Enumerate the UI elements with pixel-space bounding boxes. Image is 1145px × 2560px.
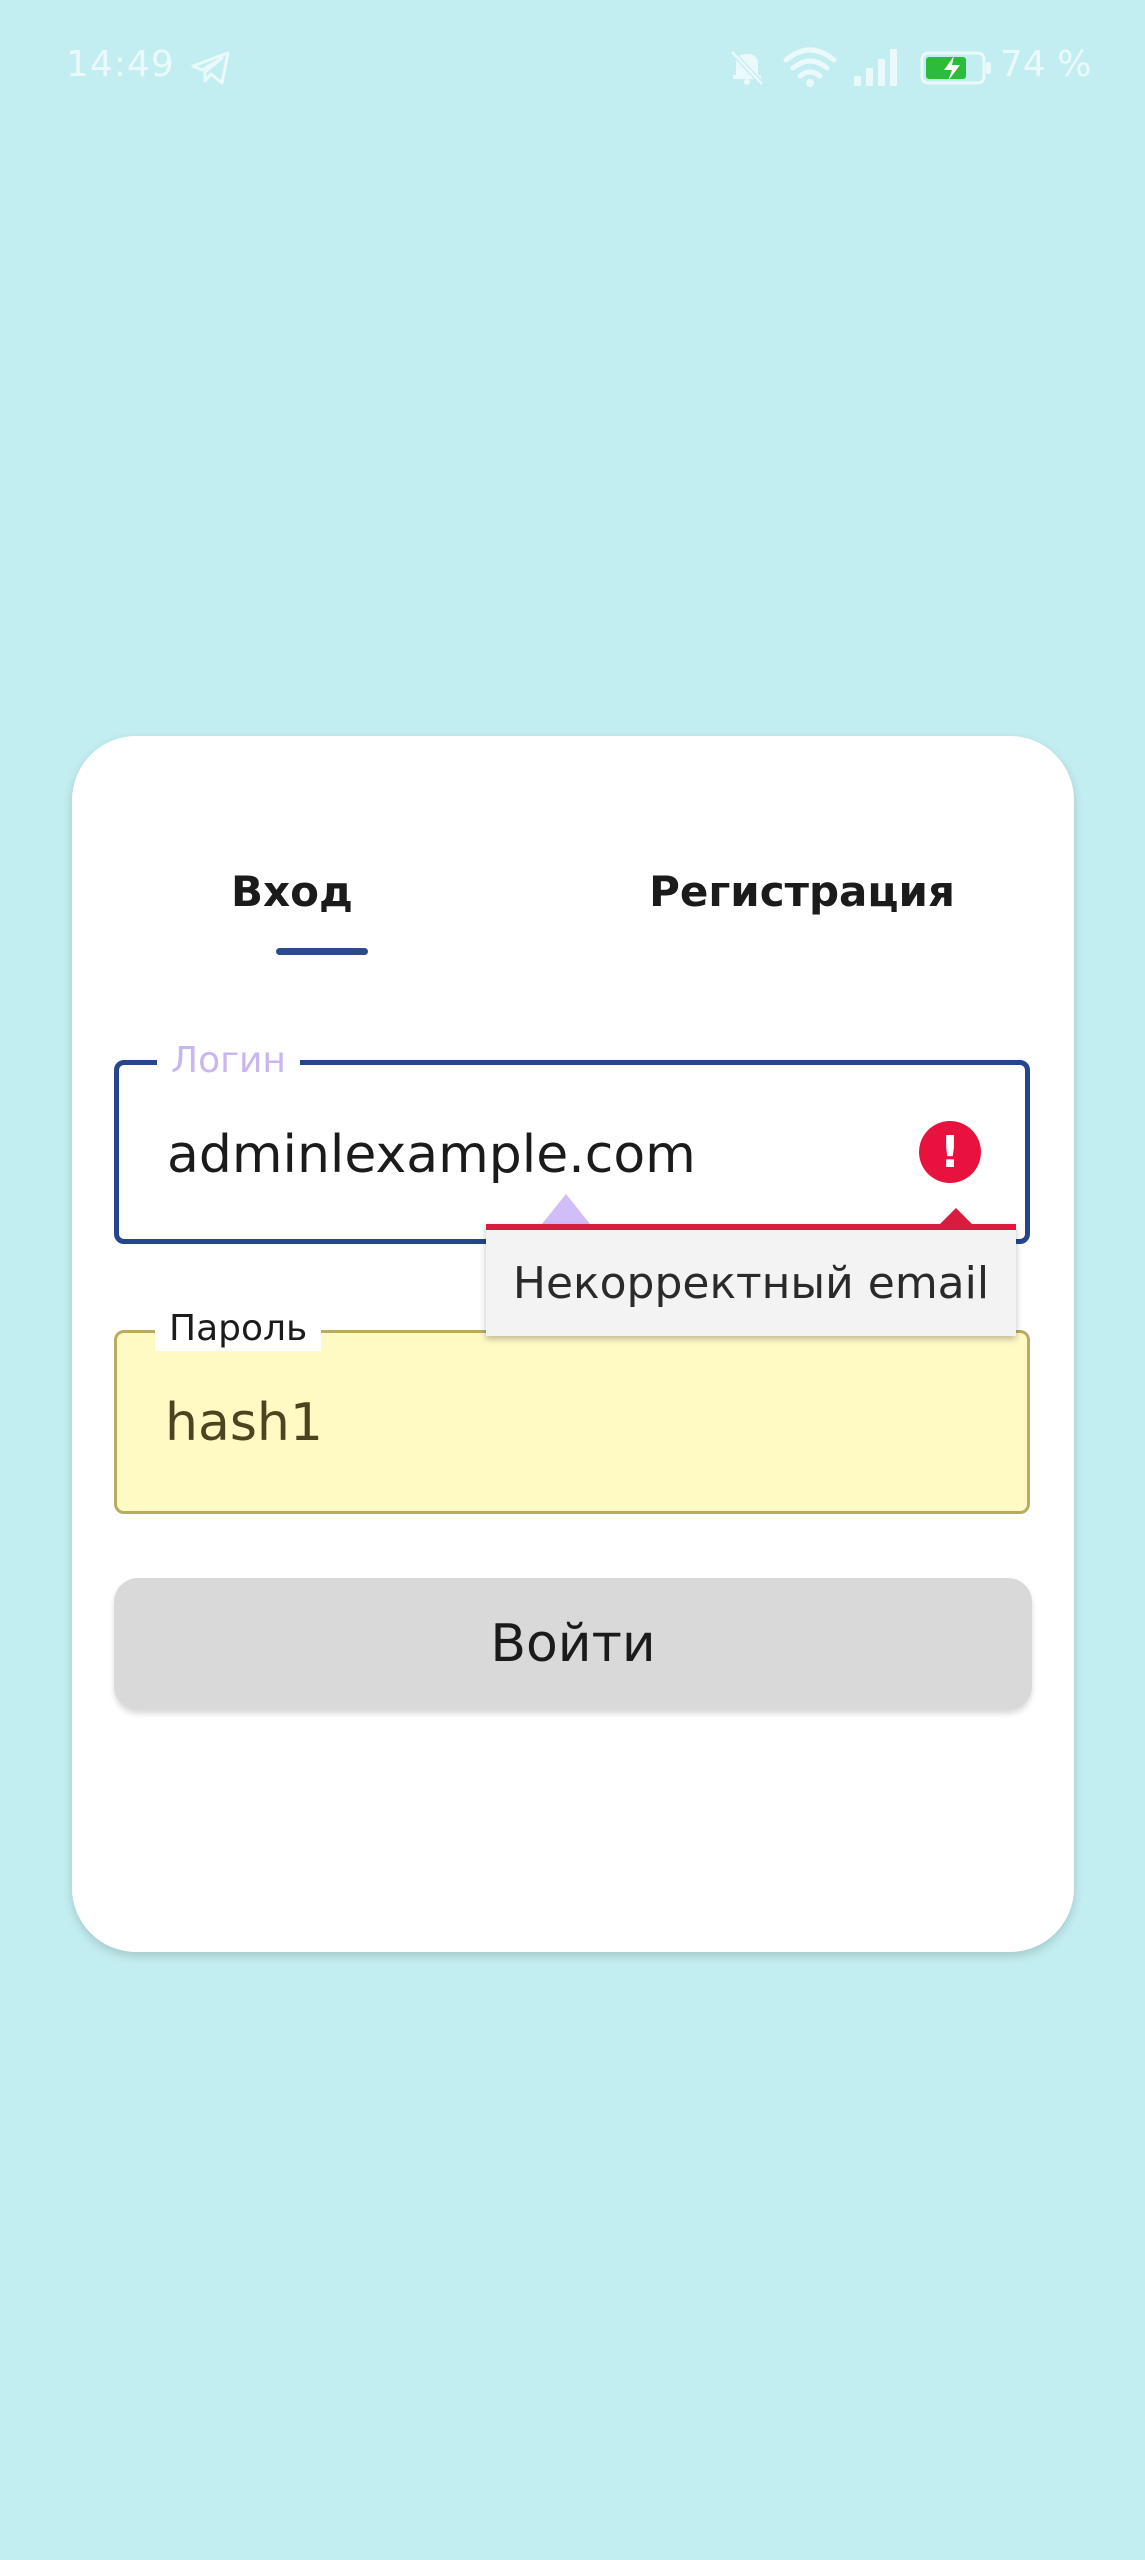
login-input[interactable]: adminlexample.com [167, 1123, 696, 1187]
bell-off-icon [730, 50, 764, 86]
error-message: Некорректный email [512, 1258, 990, 1309]
password-input[interactable]: hash1 [165, 1391, 323, 1455]
battery-charging-icon [920, 51, 991, 85]
auth-tabs: Вход Регистрация [72, 736, 1074, 966]
telegram-icon [191, 51, 230, 85]
wifi-icon [783, 47, 837, 87]
login-button[interactable]: Войти [114, 1578, 1032, 1710]
error-popup: Некорректный email [486, 1208, 1016, 1336]
status-bar: 14:49 74 % [0, 0, 1145, 140]
signal-icon [854, 49, 897, 86]
status-time: 14:49 [66, 44, 175, 85]
active-tab-indicator [276, 948, 368, 955]
error-icon[interactable]: ! [919, 1121, 981, 1183]
tab-register[interactable]: Регистрация [649, 856, 955, 926]
error-popup-pointer [940, 1208, 972, 1224]
password-field[interactable]: Пароль hash1 [114, 1307, 1030, 1514]
login-label: Логин [157, 1039, 300, 1083]
password-label: Пароль [155, 1307, 322, 1351]
tab-login[interactable]: Вход [192, 856, 392, 926]
battery-percent: 74 % [1000, 44, 1092, 85]
auth-card: Вход Регистрация Логин adminlexample.com… [72, 736, 1074, 1952]
